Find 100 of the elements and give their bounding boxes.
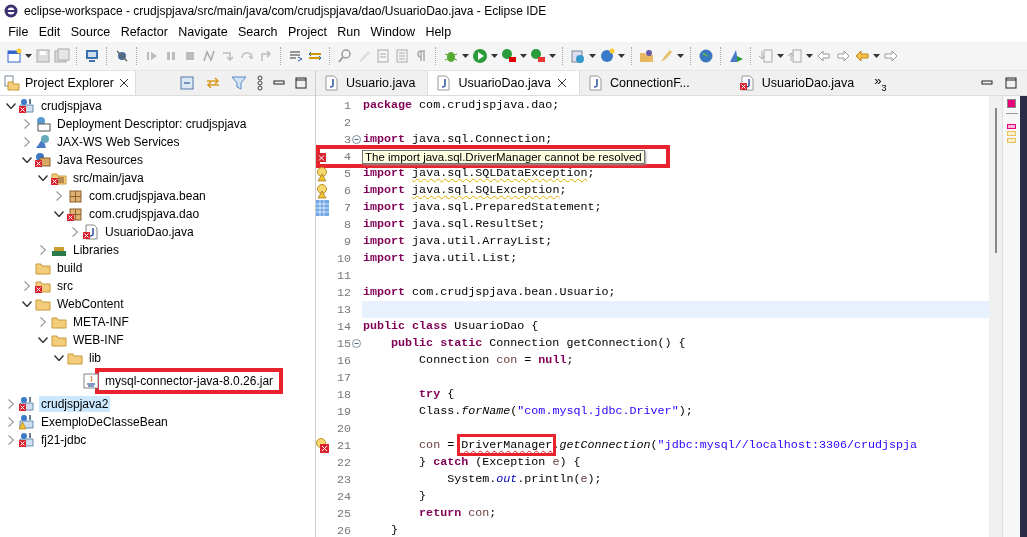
code-line: package com.crudjspjava.dao; [363, 98, 560, 112]
editor-tab[interactable]: UsuarioDao.java [731, 71, 867, 95]
tree-item[interactable]: lib [87, 350, 103, 366]
line-number: 20 [335, 421, 351, 436]
line-number: 24 [335, 489, 351, 504]
line-number: 18 [335, 387, 351, 402]
editor-tab[interactable]: UsuarioDao.java [427, 71, 580, 95]
code-line: Connection con = null; [418, 353, 574, 367]
close-icon[interactable] [556, 78, 567, 88]
java-file-icon [587, 75, 604, 91]
lightbulb-warning-icon[interactable] [316, 182, 330, 199]
tree-item[interactable]: crudjspjava2 [39, 396, 111, 412]
code-line: System.out.println(e); [446, 472, 602, 486]
line-number: 16 [335, 353, 351, 368]
code-line: import java.sql.ResultSet; [363, 217, 546, 231]
tree-item[interactable]: UsuarioDao.java [103, 224, 196, 240]
java-file-icon [324, 75, 340, 91]
tree-item[interactable]: ExemploDeClasseBean [39, 414, 170, 430]
fold-icon[interactable] [352, 135, 361, 144]
lightbulb-error-icon[interactable] [316, 437, 330, 454]
line-number: 4 [343, 149, 351, 164]
line-number: 8 [343, 217, 351, 232]
code-line: import java.sql.SQLException; [363, 183, 567, 197]
editor-tab[interactable]: ConnectionF... [579, 71, 732, 95]
code-line: return con; [418, 506, 497, 520]
tree-item[interactable]: build [55, 260, 85, 276]
tree-item[interactable]: crudjspjava [39, 98, 104, 114]
line-number: 21 [335, 438, 351, 453]
java-file-icon [436, 75, 453, 91]
tree-item[interactable]: JAX-WS Web Services [55, 134, 182, 150]
menu-item[interactable]: Project [282, 25, 333, 39]
line-number: 22 [335, 455, 351, 470]
fold-icon[interactable] [352, 339, 361, 348]
code-line: import java.util.ArrayList; [363, 234, 553, 248]
tree-item[interactable]: Libraries [71, 242, 122, 258]
run-icon[interactable] [472, 48, 488, 64]
open-folder-icon[interactable] [639, 48, 655, 64]
editor-tab[interactable]: Usuario.java [316, 71, 428, 95]
menu-item[interactable]: Edit [33, 25, 66, 39]
menu-item[interactable]: Refactor [115, 25, 174, 39]
collapse-all-icon[interactable] [179, 75, 195, 91]
step-return-icon[interactable] [258, 48, 274, 64]
checkered-marker-icon[interactable] [316, 199, 330, 216]
code-line: } [390, 523, 399, 537]
line-number: 23 [335, 472, 351, 487]
line-number: 2 [343, 115, 351, 130]
line-number: 25 [335, 506, 351, 521]
search-icon[interactable] [337, 48, 353, 64]
tree-item[interactable]: com.crudjspjava.bean [87, 188, 208, 204]
error-marker-icon[interactable] [1007, 124, 1016, 129]
menu-item[interactable]: File [3, 25, 34, 39]
menu-item[interactable]: Search [232, 25, 283, 39]
window-title: eclipse-workspace - crudjspjava/src/main/java/com/crudjspjava/dao/UsuarioDao.java - Eclipse IDE [24, 4, 547, 18]
code-line: import com.crudjspjava.bean.Usuario; [363, 285, 616, 299]
scrollbar-thumb[interactable] [994, 108, 997, 253]
menu-item[interactable]: Window [365, 25, 421, 39]
tree-item[interactable]: META-INF [71, 314, 131, 330]
tab-overflow[interactable]: »$_{3}$ [866, 71, 895, 95]
line-number: 14 [335, 319, 351, 334]
forward-edit-icon[interactable] [835, 48, 851, 64]
line-number: 5 [343, 166, 351, 181]
new-file-icon[interactable] [6, 48, 22, 64]
code-line: } [418, 489, 427, 503]
tree-item[interactable]: fj21-jdbc [39, 432, 89, 448]
more-options-icon[interactable] [257, 75, 263, 91]
line-number: 6 [343, 183, 351, 198]
warning-marker-icon[interactable] [1007, 138, 1016, 143]
code-line: public static Connection getConnection() { [390, 336, 686, 350]
line-number: 12 [335, 285, 351, 300]
link-editor-icon[interactable] [205, 75, 221, 91]
tree-item[interactable]: mysql-connector-java-8.0.26.jar [95, 368, 284, 394]
maximize-icon[interactable] [295, 77, 307, 89]
close-icon[interactable] [118, 78, 129, 88]
filter-icon[interactable] [231, 75, 247, 91]
tree-item[interactable]: Deployment Descriptor: crudjspjava [55, 116, 249, 132]
warning-marker-icon[interactable] [1007, 131, 1016, 136]
code-line: Class.forName("com.mysql.jdbc.Driver"); [418, 404, 693, 418]
code-line: try { [418, 387, 455, 401]
tree-item[interactable]: WEB-INF [71, 332, 126, 348]
lightbulb-warning-icon[interactable] [316, 165, 330, 182]
tree-item[interactable]: src [55, 278, 75, 294]
line-number: 15 [335, 336, 351, 351]
tree-item[interactable]: src/main/java [71, 170, 146, 186]
slash-icon[interactable] [114, 48, 130, 64]
tree-item[interactable]: Java Resources [55, 152, 146, 168]
line-number: 10 [335, 251, 351, 266]
menu-item[interactable]: Run [332, 25, 366, 39]
list-icon[interactable] [288, 48, 304, 64]
menu-item[interactable]: Help [420, 25, 457, 39]
menu-item[interactable]: Navigate [173, 25, 233, 39]
maximize-icon[interactable] [1005, 77, 1017, 89]
globe-icon[interactable] [698, 48, 714, 64]
code-line: import java.sql.SQLDataException; [363, 166, 595, 180]
line-number: 11 [335, 268, 351, 283]
menu-item[interactable]: Source [65, 25, 116, 39]
tree-item[interactable]: WebContent [55, 296, 126, 312]
save-all-icon[interactable] [54, 48, 70, 64]
tree-item[interactable]: com.crudjspjava.dao [87, 206, 202, 222]
monitor-icon[interactable] [84, 48, 100, 64]
line-number: 7 [343, 200, 351, 215]
